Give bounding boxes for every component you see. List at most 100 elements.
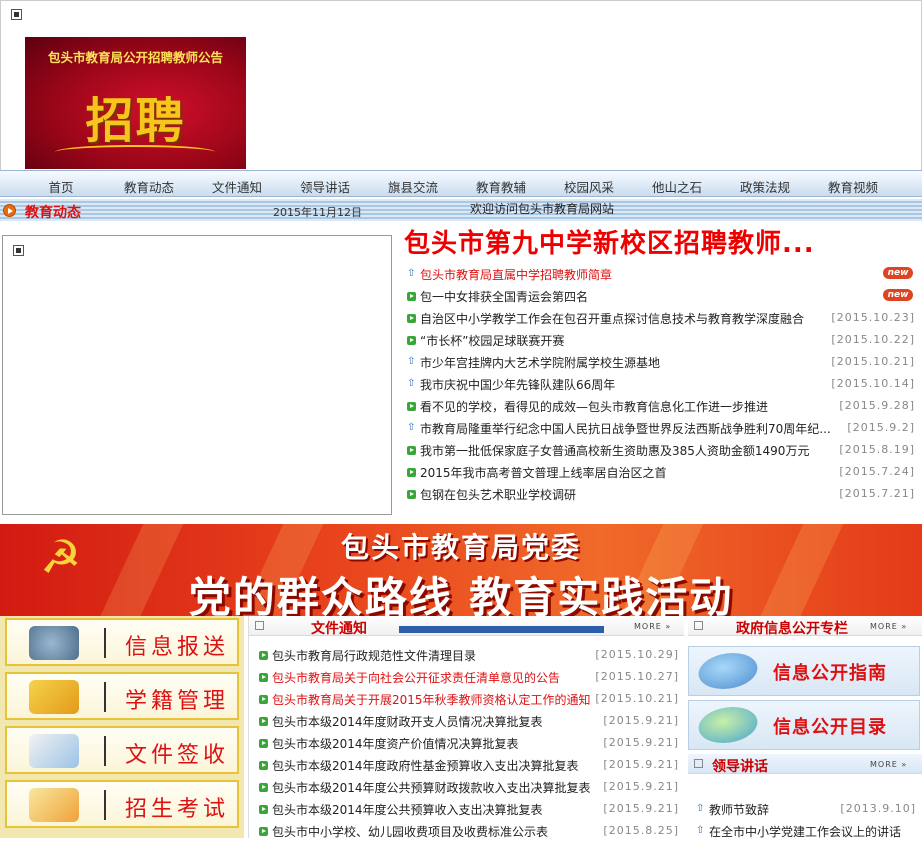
green-arrow-bullet-icon [259,739,268,748]
item-title-link[interactable]: “市长杯”校园足球联赛开赛 [420,330,564,352]
nav-county-exchange[interactable]: 旗县交流 [369,177,457,196]
nav-leader-speeches[interactable]: 领导讲话 [281,177,369,196]
file-notice-item[interactable]: 包头市教育局关于向社会公开征求责任清单意见的公告 [2015.10.27] [259,666,679,688]
nav-education-video[interactable]: 教育视频 [809,177,897,196]
top-frame: 包头市教育局公开招聘教师公告 招聘 [0,0,922,170]
item-title-link[interactable]: 包头市教育局行政规范性文件清理目录 [272,645,476,667]
news-item[interactable]: 包一中女排获全国青运会第四名 new [407,285,915,307]
nav-policy-regulations[interactable]: 政策法规 [721,177,809,196]
item-title-link[interactable]: 教师节致辞 [709,799,769,821]
news-item[interactable]: 自治区中小学教学工作会在包召开重点探讨信息技术与教育教学深度融合 [2015.10… [407,307,915,329]
item-title-link[interactable]: 包头市中小学校、幼儿园收费项目及收费标准公示表 [272,821,548,843]
item-date: [2015.9.2] [847,421,915,434]
item-title-link[interactable]: 看不见的学校，看得见的成效—包头市教育信息化工作进一步推进 [420,396,768,418]
item-title-link[interactable]: 包头市教育局关于向社会公开征求责任清单意见的公告 [272,667,560,689]
file-notices-panel: 文件通知 MORE 包头市教育局行政规范性文件清理目录[2015.10.29]包… [248,616,684,839]
item-date: [2015.10.14] [831,377,915,390]
item-date: [2013.9.10] [840,802,916,815]
item-date: [2015.10.21] [595,692,679,705]
file-notice-item[interactable]: 包头市中小学校、幼儿园收费项目及收费标准公示表 [2015.8.25] [259,820,679,842]
arrow-bullet-icon [407,263,416,285]
item-title-link[interactable]: 包头市本级2014年度财政开支人员情况决算批复表 [272,711,543,733]
green-arrow-bullet-icon [259,783,268,792]
slideshow-frame[interactable] [2,235,392,515]
nav-other-stones[interactable]: 他山之石 [633,177,721,196]
file-notice-item[interactable]: 包头市本级2014年度政府性基金预算收入支出决算批复表 [2015.9.21] [259,754,679,776]
leader-speeches-more-link[interactable]: MORE [870,760,907,769]
service-info-report-button[interactable]: 信息报送 [5,618,239,666]
news-item[interactable]: “市长杯”校园足球联赛开赛 [2015.10.22] [407,329,915,351]
service-buttons: 信息报送 学籍管理 文件签收 招生考试 [0,616,244,838]
divider [104,790,106,820]
new-badge: new [883,267,913,279]
new-badge: new [883,289,913,301]
item-title-link[interactable]: 包头市本级2014年度资产价值情况决算批复表 [272,733,519,755]
green-arrow-bullet-icon [259,761,268,770]
recruitment-banner-title: 包头市教育局公开招聘教师公告 [47,50,223,65]
item-title-link[interactable]: 市教育局隆重举行纪念中国人民抗日战争暨世界反法西斯战争胜利70周年纪... [420,418,831,440]
leader-speech-item[interactable]: 教师节致辞 [2013.9.10] [696,798,916,820]
info-disclosure-catalog-button[interactable]: 信息公开目录 [688,700,920,750]
green-arrow-bullet-icon [407,446,416,455]
leader-speeches-list: 教师节致辞 [2013.9.10] 在全市中小学党建工作会议上的讲话 [696,798,916,842]
info-button-label: 信息公开指南 [773,663,887,684]
play-circle-icon [3,204,16,217]
file-notice-item[interactable]: 包头市本级2014年度公共预算财政拨款收入支出决算批复表 [2015.9.21] [259,776,679,798]
section-title: 教育动态 [25,205,81,221]
service-file-signoff-button[interactable]: 文件签收 [5,726,239,774]
headline-link[interactable]: 包头市第九中学新校区招聘教师... [404,223,815,260]
leader-speech-item[interactable]: 在全市中小学党建工作会议上的讲话 [696,820,916,842]
nav-teaching-aids[interactable]: 教育教辅 [457,177,545,196]
item-title-link[interactable]: 市少年宫挂牌内大艺术学院附属学校生源基地 [420,352,660,374]
nav-home[interactable]: 首页 [17,177,105,196]
news-item[interactable]: 市教育局隆重举行纪念中国人民抗日战争暨世界反法西斯战争胜利70周年纪... [20… [407,417,915,439]
nav-campus-style[interactable]: 校园风采 [545,177,633,196]
service-label: 招生考试 [125,797,230,822]
green-arrow-bullet-icon [259,695,268,704]
item-date: [2015.9.21] [603,780,679,793]
recruitment-banner[interactable]: 包头市教育局公开招聘教师公告 招聘 [25,37,246,169]
service-student-records-button[interactable]: 学籍管理 [5,672,239,720]
service-admission-exam-button[interactable]: 招生考试 [5,780,239,828]
item-title-link[interactable]: 我市庆祝中国少年先锋队建队66周年 [420,374,615,396]
item-title-link[interactable]: 包头市教育局关于开展2015年秋季教师资格认定工作的通知 [272,689,591,711]
item-title-link[interactable]: 我市第一批低保家庭子女普通高校新生资助惠及385人资助金额1490万元 [420,440,809,462]
news-item[interactable]: 包钢在包头艺术职业学校调研 [2015.7.21] [407,483,915,505]
party-activity-banner[interactable]: ☭ 包头市教育局党委 党的群众路线 教育实践活动 [0,524,922,616]
file-notice-item[interactable]: 包头市本级2014年度公共预算收入支出决算批复表 [2015.9.21] [259,798,679,820]
file-notice-item[interactable]: 包头市教育局关于开展2015年秋季教师资格认定工作的通知 [2015.10.21] [259,688,679,710]
item-title-link[interactable]: 包头市本级2014年度公共预算财政拨款收入支出决算批复表 [272,777,591,799]
item-title-link[interactable]: 在全市中小学党建工作会议上的讲话 [709,821,901,843]
file-notices-more-link[interactable]: MORE [634,622,671,631]
item-title-link[interactable]: 包头市教育局直属中学招聘教师简章 [420,264,612,286]
item-date: [2015.8.25] [603,824,679,837]
news-item[interactable]: 看不见的学校，看得见的成效—包头市教育信息化工作进一步推进 [2015.9.28] [407,395,915,417]
item-title-link[interactable]: 包钢在包头艺术职业学校调研 [420,484,576,506]
nav-file-notices[interactable]: 文件通知 [193,177,281,196]
news-item[interactable]: 市少年宫挂牌内大艺术学院附属学校生源基地 [2015.10.21] [407,351,915,373]
news-list: 包头市教育局直属中学招聘教师简章 new 包一中女排获全国青运会第四名 new 自治区中… [407,263,915,505]
file-notice-item[interactable]: 包头市教育局行政规范性文件清理目录 [2015.10.29] [259,644,679,666]
swirl-decoration [55,145,215,159]
item-date: [2015.10.23] [831,311,915,324]
divider [104,682,106,712]
collapse-box-icon [255,621,264,630]
item-title-link[interactable]: 包一中女排获全国青运会第四名 [420,286,588,308]
item-title-link[interactable]: 包头市本级2014年度政府性基金预算收入支出决算批复表 [272,755,579,777]
item-date: [2015.9.21] [603,714,679,727]
nav-education-news[interactable]: 教育动态 [105,177,193,196]
info-disclosure-guide-button[interactable]: 信息公开指南 [688,646,920,696]
item-title-link[interactable]: 包头市本级2014年度公共预算收入支出决算批复表 [272,799,543,821]
file-notice-item[interactable]: 包头市本级2014年度资产价值情况决算批复表 [2015.9.21] [259,732,679,754]
file-notice-item[interactable]: 包头市本级2014年度财政开支人员情况决算批复表 [2015.9.21] [259,710,679,732]
item-title-link[interactable]: 2015年我市高考普文普理上线率居自治区之首 [420,462,667,484]
news-item[interactable]: 我市庆祝中国少年先锋队建队66周年 [2015.10.14] [407,373,915,395]
news-item[interactable]: 2015年我市高考普文普理上线率居自治区之首 [2015.7.24] [407,461,915,483]
item-title-link[interactable]: 自治区中小学教学工作会在包召开重点探讨信息技术与教育教学深度融合 [420,308,804,330]
item-date: [2015.8.19] [839,443,915,456]
arrow-bullet-icon [407,417,416,439]
item-date: [2015.10.21] [831,355,915,368]
gov-info-more-link[interactable]: MORE [870,622,907,631]
news-item[interactable]: 包头市教育局直属中学招聘教师简章 new [407,263,915,285]
news-item[interactable]: 我市第一批低保家庭子女普通高校新生资助惠及385人资助金额1490万元 [2015… [407,439,915,461]
